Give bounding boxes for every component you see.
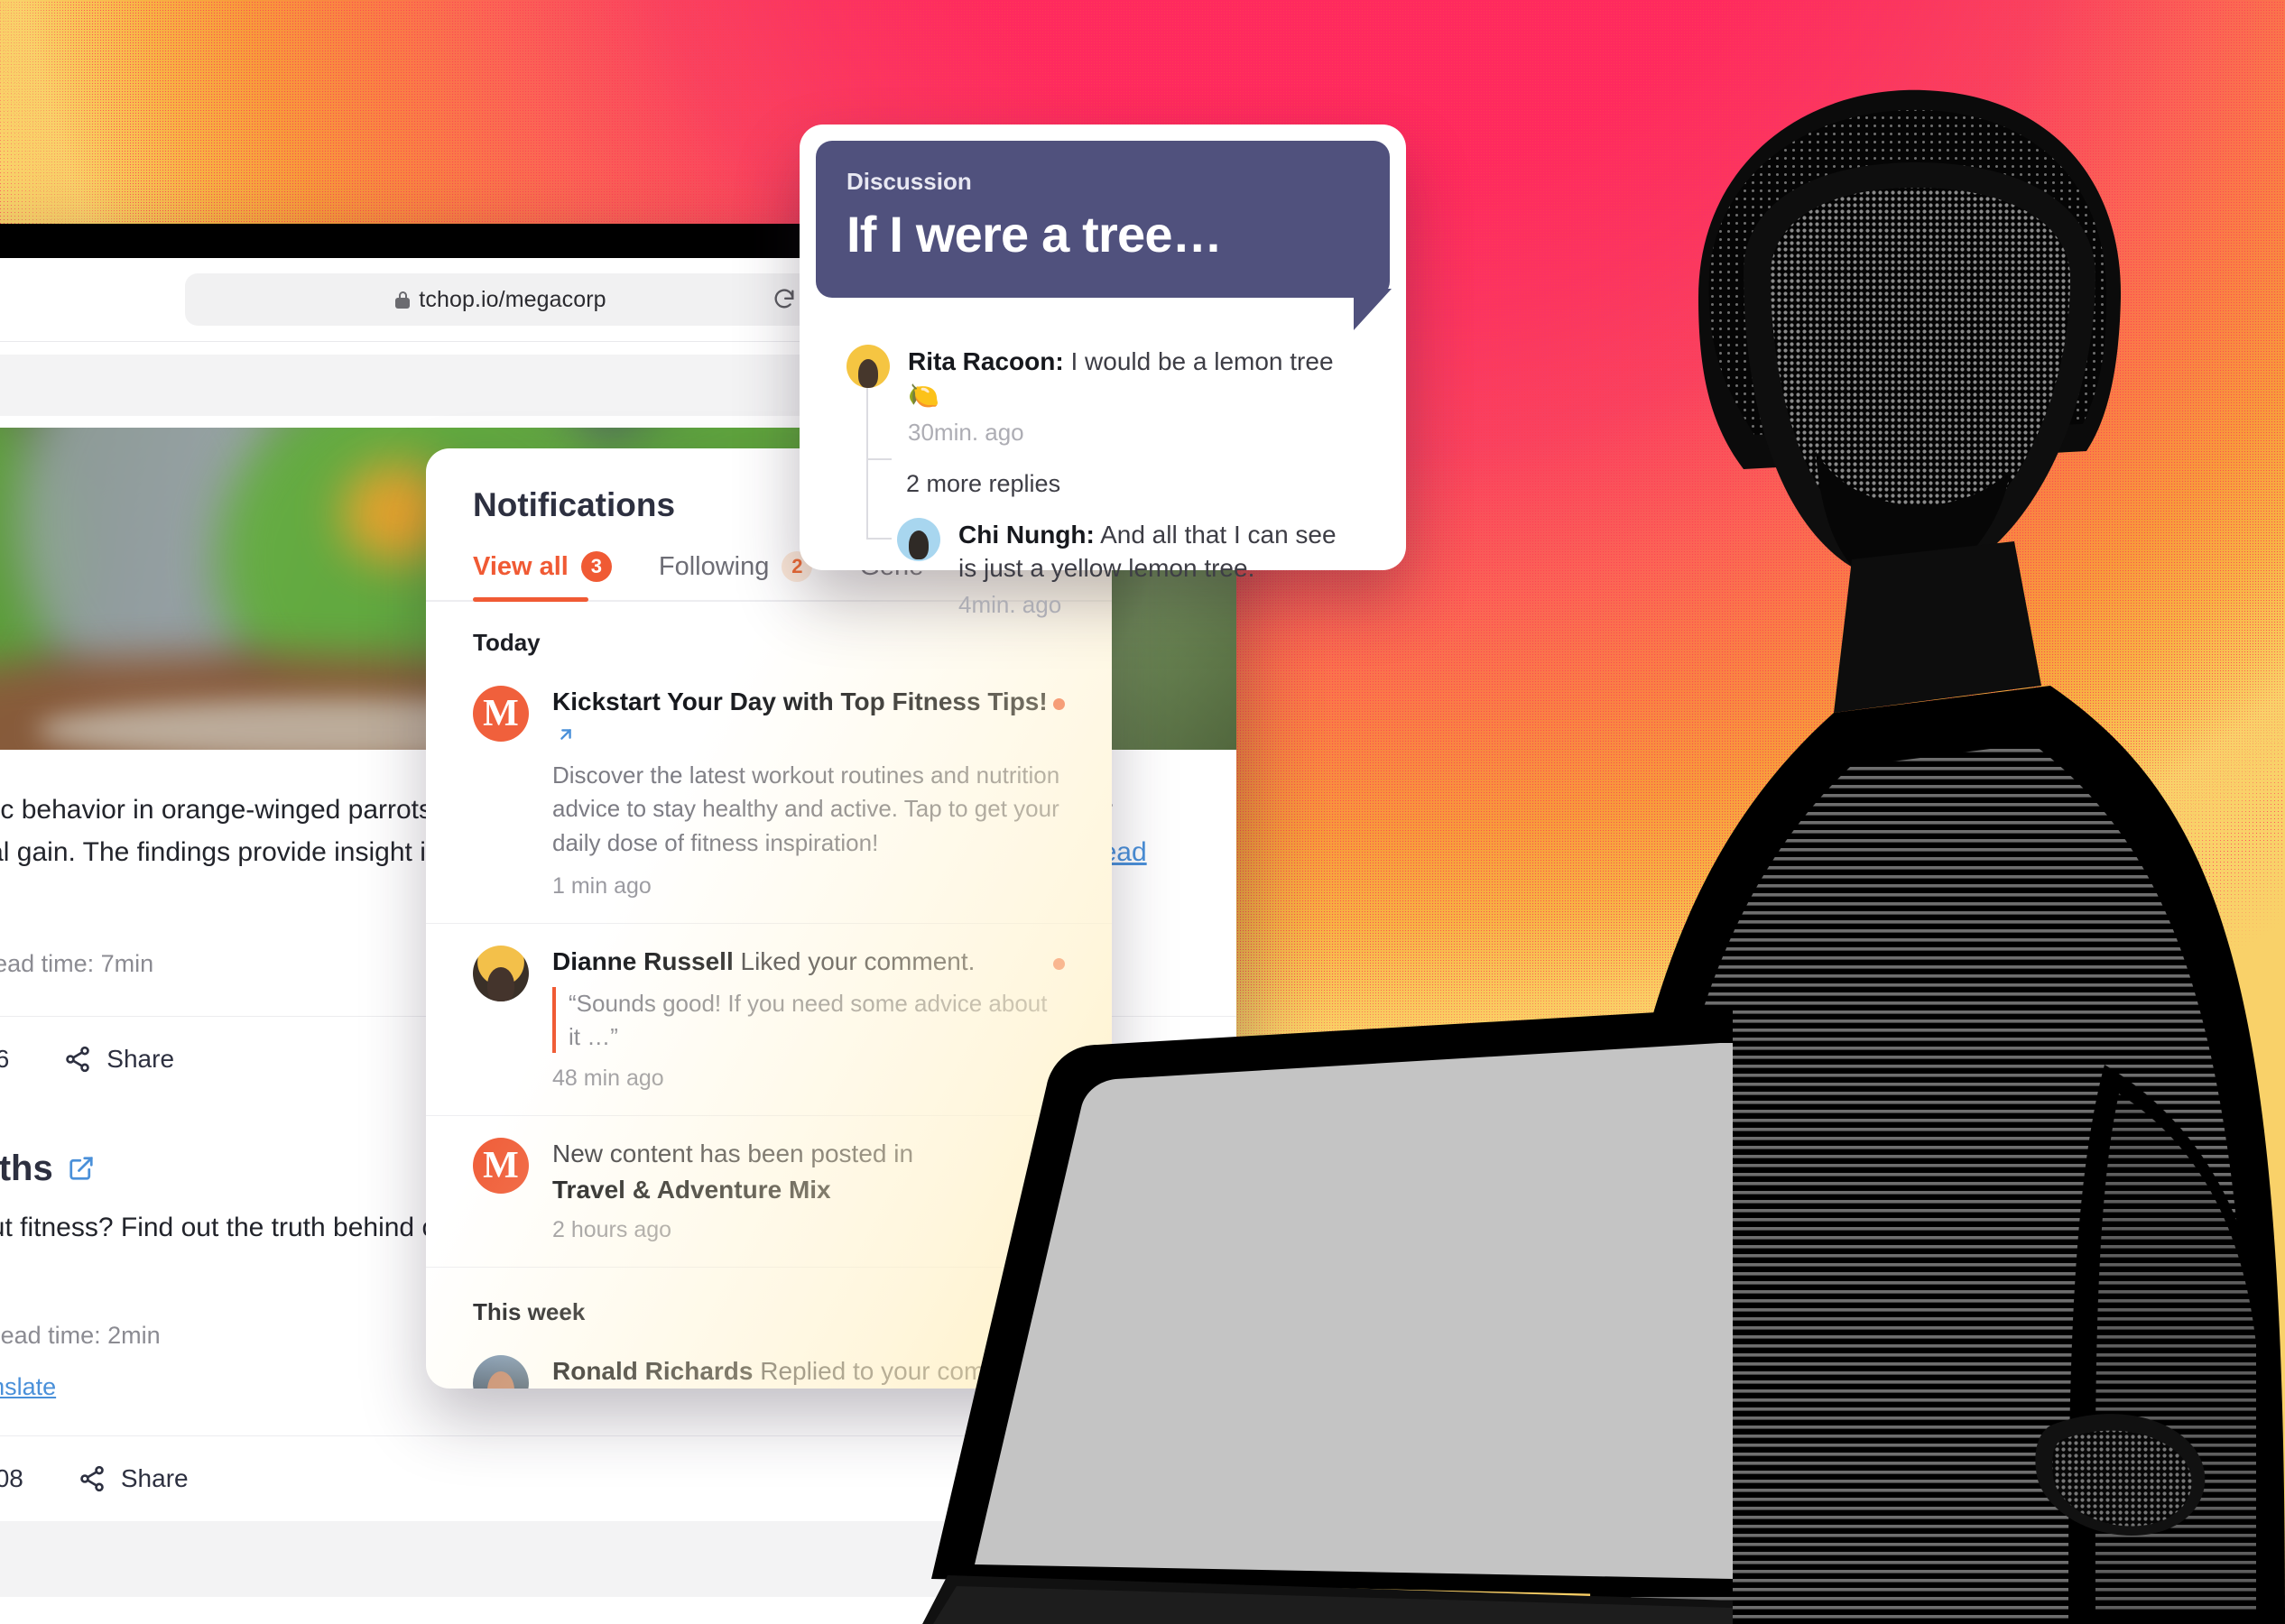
thread-connector (866, 384, 868, 460)
share-icon (66, 1046, 90, 1072)
active-tab-indicator (473, 597, 588, 602)
message-author: Chi Nungh: (958, 520, 1095, 549)
external-link-icon[interactable] (68, 1155, 95, 1182)
thread-connector (866, 538, 892, 540)
thread-connector (866, 458, 892, 460)
message-text: Rita Racoon: I would be a lemon tree 🍋 (908, 345, 1359, 413)
lock-icon (395, 291, 411, 309)
message-time: 4min. ago (958, 591, 1062, 619)
tab-view-all[interactable]: View all 3 (473, 551, 612, 602)
url-text: tchop.io/megacorp (419, 286, 606, 312)
share-label: Share (106, 1044, 175, 1073)
avatar (897, 517, 940, 561)
discussion-kicker: Discussion (846, 168, 972, 195)
avatar: M (473, 686, 529, 742)
reload-icon[interactable] (772, 287, 797, 312)
message-author: Rita Racoon: (908, 347, 1064, 375)
tab-following[interactable]: Following 2 (659, 551, 813, 602)
notification-title-text: Kickstart Your Day with Top Fitness Tips… (552, 687, 1048, 715)
external-arrow-icon[interactable] (556, 724, 576, 744)
notification-description: Discover the latest workout routines and… (552, 761, 1060, 857)
comments-button[interactable]: Comments 26 (0, 1045, 9, 1074)
avatar-letter: M (483, 693, 519, 734)
notification-time: 1 min ago (552, 872, 652, 899)
more-replies-link[interactable]: 2 more replies (906, 470, 1359, 498)
translate-link[interactable]: Translate (0, 1373, 56, 1401)
avatar-letter: M (483, 1145, 519, 1187)
tab-label: View all (473, 551, 569, 581)
notification-actor: Dianne Russell (552, 946, 734, 975)
share-button[interactable]: Share (63, 1045, 174, 1074)
share-button[interactable]: Share (78, 1464, 189, 1493)
tab-label: Following (658, 551, 770, 581)
discussion-message[interactable]: Chi Nungh: And all that I can see is jus… (897, 517, 1359, 620)
share-icon (80, 1465, 104, 1491)
message-time: 30min. ago (908, 418, 1024, 446)
discussion-card: Discussion If I were a tree… Rita Racoon… (800, 125, 1406, 618)
laptop-illustration (922, 1009, 1733, 1624)
notification-title: Kickstart Your Day with Top Fitness Tips… (552, 686, 1065, 752)
notification-action: Liked your comment. (740, 946, 976, 975)
tab-badge: 3 (580, 551, 612, 582)
share-label: Share (120, 1463, 189, 1492)
discussion-message[interactable]: Rita Racoon: I would be a lemon tree 🍋 3… (846, 345, 1359, 447)
avatar: M (473, 1138, 529, 1195)
discussion-thread: Rita Racoon: I would be a lemon tree 🍋 3… (816, 298, 1390, 619)
thread-connector (866, 460, 868, 540)
comments-label: Comments 26 (0, 1044, 10, 1073)
unread-dot (1053, 698, 1065, 710)
notification-row[interactable]: M Kickstart Your Day with Top Fitness Ti… (426, 664, 1112, 923)
address-bar[interactable]: tchop.io/megacorp (185, 273, 817, 326)
article-title-text: Fitness Myths (0, 1148, 53, 1188)
avatar (473, 945, 529, 1001)
avatar (473, 1355, 529, 1389)
discussion-title: If I were a tree… (846, 206, 1223, 263)
comment-input[interactable]: nment… (0, 1545, 1027, 1573)
notification-actor: Ronald Richards (552, 1357, 754, 1386)
message-text: Chi Nungh: And all that I can see is jus… (958, 518, 1359, 586)
avatar (846, 345, 890, 388)
comments-button[interactable]: Comments 108 (0, 1464, 23, 1493)
discussion-header: Discussion If I were a tree… (816, 141, 1392, 330)
unread-dot (1053, 957, 1065, 970)
notification-title: Dianne Russell Liked your comment. (552, 946, 1065, 978)
comments-label: Comments 108 (0, 1463, 23, 1492)
